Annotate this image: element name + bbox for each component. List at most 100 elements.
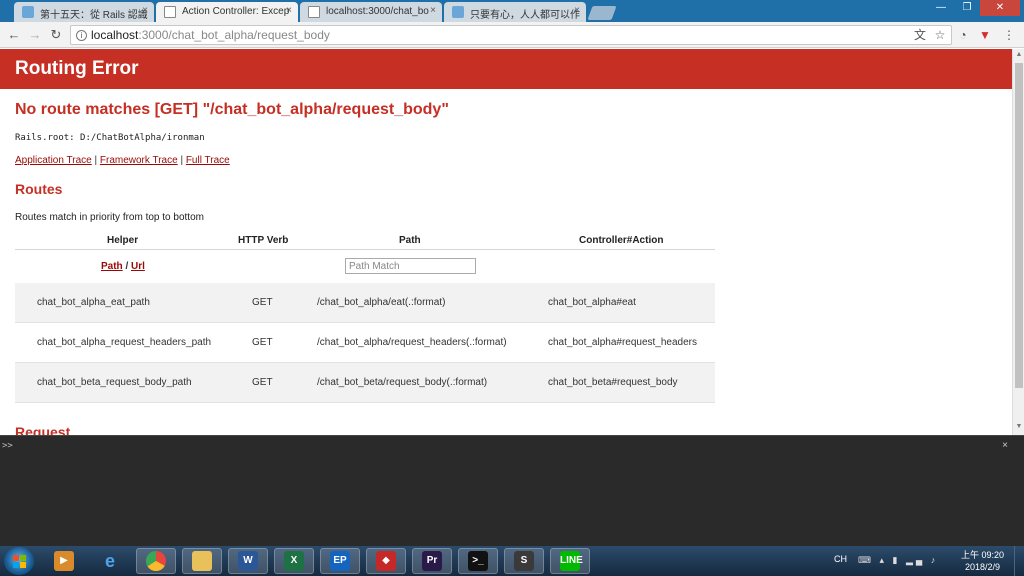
scroll-down-icon[interactable]: ▼ [1015, 423, 1023, 433]
url-path: :3000/chat_bot_alpha/request_body [138, 28, 330, 42]
route-path: /chat_bot_alpha/eat(.:format) [317, 297, 446, 308]
reload-icon[interactable]: ↻ [48, 27, 64, 43]
tab-strip: 第十五天：從 Rails 認識 × Action Controller: Exc… [0, 0, 1024, 22]
header-path: Path [399, 235, 421, 246]
site-favicon-icon [452, 6, 464, 18]
route-action: chat_bot_beta#request_body [548, 377, 678, 388]
page-favicon-icon [308, 6, 320, 18]
page-scrollbar[interactable]: ▲ ▼ [1012, 49, 1024, 435]
taskbar-ep-button[interactable]: EP [320, 548, 360, 574]
ep-icon: EP [330, 551, 350, 571]
routes-heading: Routes [15, 181, 63, 197]
tab-title: 第十五天：從 Rails 認識 [40, 10, 148, 21]
minimize-icon[interactable]: — [928, 0, 954, 16]
tab-close-icon[interactable]: × [574, 5, 580, 16]
error-banner: Routing Error [0, 49, 1012, 89]
translate-icon[interactable]: 文 [913, 28, 927, 42]
filter-row: Path / Url [15, 250, 715, 283]
taskbar-word-button[interactable]: W [228, 548, 268, 574]
word-icon: W [238, 551, 258, 571]
media-player-icon: ▶ [54, 551, 74, 571]
forward-arrow-icon[interactable]: → [27, 27, 43, 43]
taskbar-line-button[interactable]: LINE [550, 548, 590, 574]
route-verb: GET [252, 297, 273, 308]
tab-title: localhost:3000/chat_bo [326, 6, 429, 17]
table-row: chat_bot_alpha_request_headers_path GET … [15, 323, 715, 363]
route-helper: chat_bot_beta_request_body_path [37, 377, 192, 388]
site-favicon-icon [22, 6, 34, 18]
chrome-icon [146, 551, 166, 571]
address-bar[interactable]: i localhost:3000/chat_bot_alpha/request_… [70, 25, 952, 45]
line-icon: LINE [560, 551, 583, 571]
scroll-up-icon[interactable]: ▲ [1015, 51, 1023, 61]
framework-trace-link[interactable]: Framework Trace [100, 155, 178, 166]
console-close-icon[interactable]: × [1002, 440, 1008, 451]
taskbar-file-explorer-button[interactable] [182, 548, 222, 574]
tab-close-icon[interactable]: × [430, 5, 436, 16]
scrollbar-thumb[interactable] [1015, 63, 1023, 388]
route-action: chat_bot_alpha#eat [548, 297, 636, 308]
new-tab-button[interactable] [587, 6, 617, 20]
tab-rails-day15[interactable]: 第十五天：從 Rails 認識 × [14, 2, 154, 22]
routes-note: Routes match in priority from top to bot… [15, 212, 204, 223]
table-header: Helper HTTP Verb Path Controller#Action [15, 232, 715, 250]
route-helper: chat_bot_alpha_eat_path [37, 297, 150, 308]
tray-icons[interactable]: ⌨ ▴ ▮ ▂▄ ♪ [858, 555, 938, 566]
route-helper: chat_bot_alpha_request_headers_path [37, 337, 212, 348]
banner-title: Routing Error [15, 58, 139, 79]
sublime-icon: S [514, 551, 534, 571]
route-verb: GET [252, 377, 273, 388]
clock-date: 2018/2/9 [964, 562, 1000, 572]
tab-localhost[interactable]: localhost:3000/chat_bo × [300, 2, 442, 22]
web-console-panel[interactable]: >> × [0, 435, 1024, 546]
speed-dial-icon[interactable]: ◔ [956, 28, 970, 42]
clock[interactable]: 上午 09:20 2018/2/9 [961, 549, 1004, 573]
taskbar-premiere-button[interactable]: Pr [412, 548, 452, 574]
url-host: localhost [91, 28, 139, 42]
path-match-input[interactable] [345, 258, 476, 274]
windows-taskbar: ▶ e W X EP ◆ Pr >_ S LINE CH ⌨ ▴ ▮ ▂▄ ♪ 上午 09:20 … [0, 546, 1024, 576]
file-explorer-icon [192, 551, 212, 571]
taskbar-media-player-button[interactable]: ▶ [44, 548, 84, 574]
tab-close-icon[interactable]: × [286, 5, 292, 16]
shield-extension-icon[interactable]: ▼ [978, 28, 992, 42]
taskbar-cmd-button[interactable]: >_ [458, 548, 498, 574]
tab-anyone-can[interactable]: 只要有心，人人都可以作 × [444, 2, 586, 22]
table-row: chat_bot_beta_request_body_path GET /cha… [15, 363, 715, 403]
browser-toolbar: ← → ↻ i localhost:3000/chat_bot_alpha/re… [0, 22, 1024, 48]
window-close-icon[interactable]: ✕ [980, 0, 1020, 16]
trace-separator: | [91, 155, 100, 166]
info-icon[interactable]: i [76, 30, 87, 41]
menu-icon[interactable]: ⋮ [1002, 28, 1016, 42]
url-link[interactable]: Url [131, 261, 145, 272]
internet-explorer-icon: e [104, 551, 115, 571]
back-arrow-icon[interactable]: ← [6, 27, 22, 43]
taskbar-red-app-button[interactable]: ◆ [366, 548, 406, 574]
header-controller-action: Controller#Action [579, 235, 664, 246]
start-button[interactable] [4, 547, 34, 575]
full-trace-link[interactable]: Full Trace [186, 155, 230, 166]
windows-logo-icon [13, 555, 26, 568]
taskbar-excel-button[interactable]: X [274, 548, 314, 574]
tab-action-controller[interactable]: Action Controller: Excep × [156, 2, 298, 22]
tab-close-icon[interactable]: × [142, 5, 148, 16]
taskbar-sublime-button[interactable]: S [504, 548, 544, 574]
restore-icon[interactable]: ❐ [954, 0, 980, 16]
premiere-icon: Pr [422, 551, 442, 571]
show-desktop-button[interactable] [1014, 546, 1024, 576]
system-tray: CH ⌨ ▴ ▮ ▂▄ ♪ 上午 09:20 2018/2/9 [828, 546, 1024, 576]
application-trace-link[interactable]: Application Trace [15, 155, 92, 166]
routes-table: Helper HTTP Verb Path Controller#Action … [15, 232, 715, 403]
tab-title: 只要有心，人人都可以作 [470, 10, 580, 21]
trace-links: Application Trace | Framework Trace | Fu… [15, 155, 230, 166]
bookmark-star-icon[interactable]: ☆ [933, 28, 947, 42]
route-path: /chat_bot_beta/request_body(.:format) [317, 377, 488, 388]
input-method-indicator[interactable]: CH [834, 554, 847, 564]
route-path: /chat_bot_alpha/request_headers(.:format… [317, 337, 507, 348]
taskbar-chrome-button[interactable] [136, 548, 176, 574]
console-prompt[interactable]: >> [2, 441, 13, 451]
path-link[interactable]: Path [101, 261, 123, 272]
table-row: chat_bot_alpha_eat_path GET /chat_bot_al… [15, 283, 715, 323]
cmd-icon: >_ [468, 551, 488, 571]
taskbar-internet-explorer-button[interactable]: e [90, 548, 130, 574]
